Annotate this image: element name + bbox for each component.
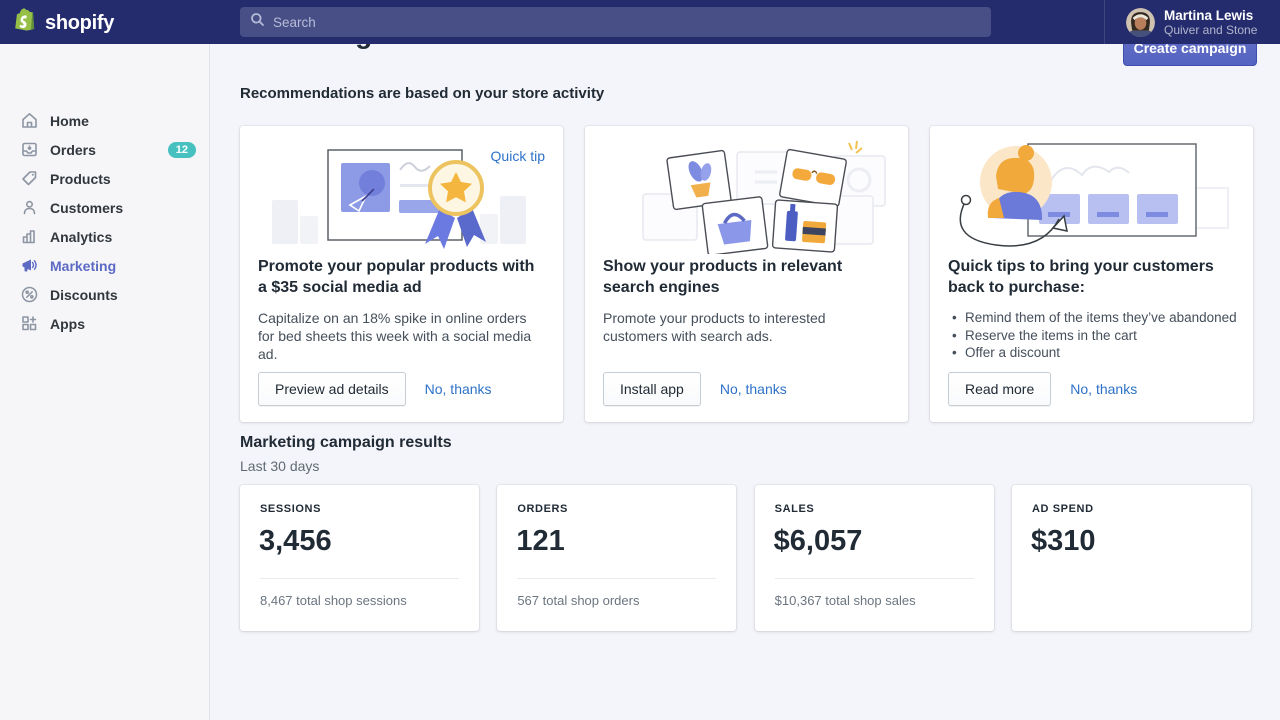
divider	[1104, 0, 1105, 44]
stat-note: $10,367 total shop sales	[775, 593, 916, 608]
no-thanks-link[interactable]: No, thanks	[425, 381, 492, 397]
stat-card-sessions: SESSIONS 3,456 8,467 total shop sessions	[240, 485, 479, 631]
sidebar-item-discounts[interactable]: Discounts	[0, 280, 209, 309]
marketing-icon	[20, 256, 39, 275]
shopify-bag-icon	[14, 7, 39, 40]
stat-card-ad-spend: AD SPEND $310	[1012, 485, 1251, 631]
global-search[interactable]	[240, 7, 991, 37]
divider	[260, 578, 459, 579]
apps-icon	[20, 314, 39, 333]
user-menu[interactable]: Martina Lewis Quiver and Stone	[1126, 8, 1257, 37]
sidebar-nav: Home Orders 12 Products Customers Analyt…	[0, 44, 210, 720]
stat-value: 3,456	[259, 525, 332, 558]
discounts-icon	[20, 285, 39, 304]
customer-return-illustration	[930, 138, 1253, 254]
sidebar-item-orders[interactable]: Orders 12	[0, 135, 209, 164]
card-title: Promote your popular products with a $35…	[258, 256, 545, 298]
user-text: Martina Lewis Quiver and Stone	[1164, 8, 1257, 37]
no-thanks-link[interactable]: No, thanks	[1070, 381, 1137, 397]
home-icon	[20, 111, 39, 130]
sidebar-item-label: Home	[50, 113, 196, 129]
card-actions: Install app No, thanks	[603, 372, 787, 406]
preview-ad-details-button[interactable]: Preview ad details	[258, 372, 406, 406]
card-title: Show your products in relevant search en…	[603, 256, 890, 298]
install-app-button[interactable]: Install app	[603, 372, 701, 406]
card-actions: Read more No, thanks	[948, 372, 1137, 406]
sidebar-item-label: Products	[50, 171, 196, 187]
card-bullet-list: Remind them of the items they’ve abandon…	[952, 309, 1241, 362]
quick-tip-link[interactable]: Quick tip	[491, 148, 545, 164]
search-ads-illustration	[585, 138, 908, 254]
customers-icon	[20, 198, 39, 217]
card-body: Promote your products to interested cust…	[603, 309, 890, 345]
recommendations-heading: Recommendations are based on your store …	[240, 85, 604, 102]
avatar	[1126, 8, 1155, 37]
divider	[517, 578, 716, 579]
campaign-results-heading: Marketing campaign results	[240, 434, 452, 452]
stat-value: $310	[1031, 525, 1096, 558]
sidebar-item-label: Customers	[50, 200, 196, 216]
top-bar: shopify Martina Lewis Quiver and Stone	[0, 0, 1280, 44]
stat-card-sales: SALES $6,057 $10,367 total shop sales	[755, 485, 994, 631]
bullet-item: Remind them of the items they’ve abandon…	[952, 309, 1241, 327]
sidebar-item-label: Analytics	[50, 229, 196, 245]
orders-icon	[20, 140, 39, 159]
stat-label: SALES	[775, 503, 815, 515]
sidebar-item-marketing[interactable]: Marketing	[0, 251, 209, 280]
stat-label: ORDERS	[517, 503, 568, 515]
campaign-stats: SESSIONS 3,456 8,467 total shop sessions…	[240, 485, 1251, 631]
stat-note: 567 total shop orders	[517, 593, 639, 608]
stat-label: SESSIONS	[260, 503, 321, 515]
sidebar-item-label: Apps	[50, 316, 196, 332]
divider	[775, 578, 974, 579]
read-more-button[interactable]: Read more	[948, 372, 1051, 406]
sidebar-item-products[interactable]: Products	[0, 164, 209, 193]
orders-count-badge: 12	[168, 142, 196, 158]
analytics-icon	[20, 227, 39, 246]
stat-value: $6,057	[774, 525, 863, 558]
main-content: Marketing Create campaign Recommendation…	[210, 0, 1280, 720]
card-title: Quick tips to bring your customers back …	[948, 256, 1235, 298]
stat-value: 121	[516, 525, 564, 558]
search-input[interactable]	[273, 15, 981, 30]
search-icon	[250, 12, 265, 32]
shopify-logo[interactable]: shopify	[14, 7, 114, 40]
shopify-wordmark: shopify	[45, 12, 114, 35]
recommendation-card-abandoned-cart: Quick tips to bring your customers back …	[930, 126, 1253, 422]
sidebar-item-home[interactable]: Home	[0, 106, 209, 135]
bullet-item: Reserve the items in the cart	[952, 327, 1241, 345]
sidebar-item-customers[interactable]: Customers	[0, 193, 209, 222]
stat-card-orders: ORDERS 121 567 total shop orders	[497, 485, 736, 631]
stat-label: AD SPEND	[1032, 503, 1094, 515]
sidebar-item-apps[interactable]: Apps	[0, 309, 209, 338]
card-actions: Preview ad details No, thanks	[258, 372, 492, 406]
sidebar-item-label: Marketing	[50, 258, 196, 274]
sidebar-item-analytics[interactable]: Analytics	[0, 222, 209, 251]
recommendation-card-social-ad: Quick tip	[240, 126, 563, 422]
recommendation-card-search-engines: Show your products in relevant search en…	[585, 126, 908, 422]
user-store: Quiver and Stone	[1164, 23, 1257, 37]
campaign-results-period: Last 30 days	[240, 458, 319, 474]
card-body: Capitalize on an 18% spike in online ord…	[258, 309, 545, 363]
user-name: Martina Lewis	[1164, 8, 1257, 23]
recommendation-cards: Quick tip	[240, 126, 1253, 422]
sidebar-item-label: Discounts	[50, 287, 196, 303]
products-icon	[20, 169, 39, 188]
no-thanks-link[interactable]: No, thanks	[720, 381, 787, 397]
stat-note: 8,467 total shop sessions	[260, 593, 407, 608]
sidebar-item-label: Orders	[50, 142, 168, 158]
bullet-item: Offer a discount	[952, 344, 1241, 362]
